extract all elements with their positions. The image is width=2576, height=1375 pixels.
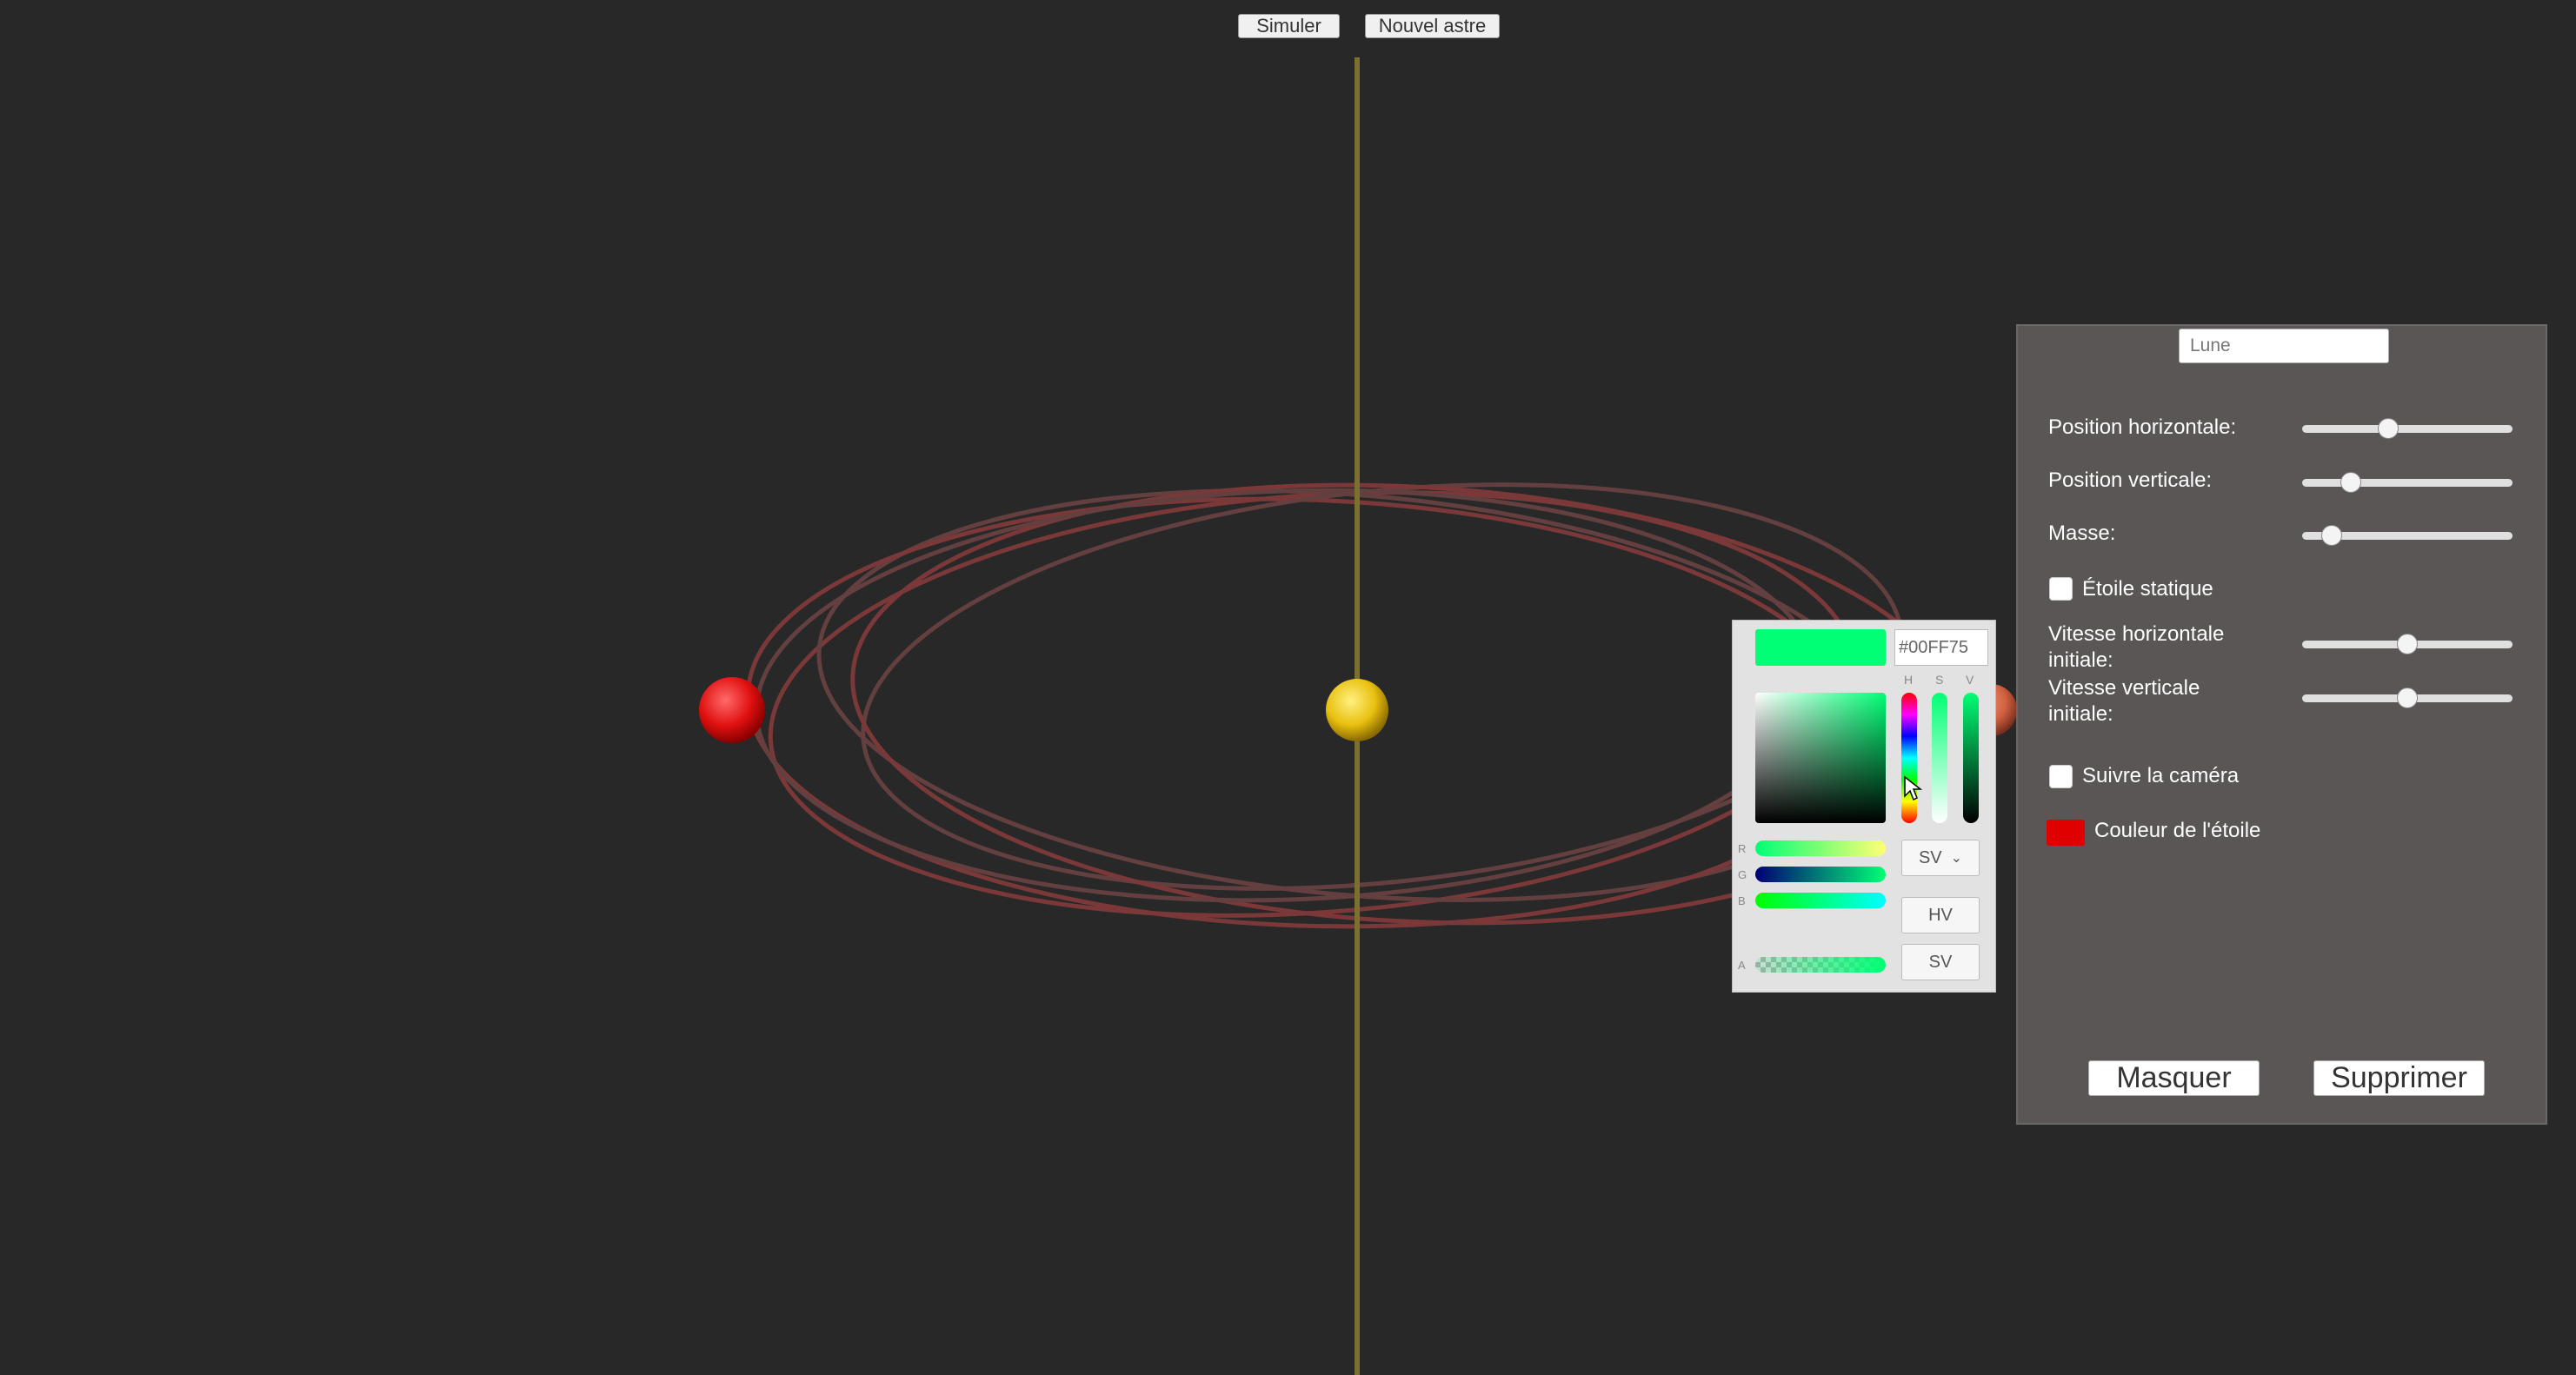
position-horizontal-label: Position horizontale:	[2048, 415, 2237, 439]
body-properties-panel: Position horizontale: Position verticale…	[2016, 324, 2547, 1125]
blue-channel-slider[interactable]	[1755, 893, 1886, 908]
alpha-letter: A	[1738, 959, 1746, 972]
picker-mode-value: SV	[1918, 847, 1942, 867]
static-star-checkbox[interactable]	[2049, 577, 2073, 601]
alpha-slider[interactable]	[1755, 957, 1886, 973]
orbit-trail	[754, 488, 1820, 903]
saturation-slider[interactable]	[1932, 693, 1947, 823]
initial-h-speed-slider[interactable]	[2302, 634, 2513, 654]
hide-button[interactable]: Masquer	[2088, 1060, 2260, 1096]
central-star[interactable]	[1326, 679, 1388, 741]
red-channel-slider[interactable]	[1755, 840, 1886, 856]
position-vertical-slider[interactable]	[2302, 472, 2513, 493]
blue-letter: B	[1738, 894, 1746, 907]
initial-v-speed-slider[interactable]	[2302, 688, 2513, 708]
mouse-cursor-icon	[1904, 775, 1922, 801]
slider-track	[2302, 425, 2513, 433]
body-name-input[interactable]	[2179, 329, 2389, 363]
orbit-trail	[745, 496, 1863, 929]
follow-camera-checkbox[interactable]	[2049, 765, 2073, 788]
position-horizontal-slider[interactable]	[2302, 418, 2513, 439]
hex-color-input[interactable]	[1894, 629, 1988, 666]
star-color-swatch[interactable]	[2047, 820, 2085, 846]
slider-thumb[interactable]	[2397, 634, 2418, 654]
value-slider[interactable]	[1963, 693, 1979, 823]
hv-mode-button[interactable]: HV	[1901, 897, 1980, 933]
slider-thumb[interactable]	[2397, 688, 2418, 708]
picker-mode-select[interactable]: SV ⌄	[1901, 840, 1980, 876]
left-planet[interactable]	[699, 677, 765, 743]
initial-h-speed-label: Vitesse horizontale initiale:	[2048, 622, 2225, 672]
color-preview	[1755, 629, 1886, 666]
new-body-button[interactable]: Nouvel astre	[1365, 14, 1500, 38]
sv-mode-button[interactable]: SV	[1901, 944, 1980, 980]
static-star-label: Étoile statique	[2082, 577, 2213, 601]
color-picker-popup: H S V R G B SV ⌄ HV SV A	[1732, 620, 1996, 993]
green-letter: G	[1738, 868, 1747, 881]
value-letter: V	[1966, 673, 1974, 687]
slider-thumb[interactable]	[2340, 472, 2361, 493]
delete-button[interactable]: Supprimer	[2313, 1060, 2485, 1096]
mass-label: Masse:	[2048, 521, 2116, 545]
position-vertical-label: Position verticale:	[2048, 468, 2213, 492]
simulate-button[interactable]: Simuler	[1238, 14, 1340, 38]
mass-slider[interactable]	[2302, 525, 2513, 546]
star-color-label: Couleur de l'étoile	[2094, 819, 2261, 842]
slider-track	[2302, 479, 2513, 487]
initial-v-speed-label: Vitesse verticale initiale:	[2048, 676, 2200, 726]
chevron-down-icon: ⌄	[1950, 851, 1963, 866]
slider-thumb[interactable]	[2320, 525, 2342, 546]
hue-slider[interactable]	[1901, 693, 1917, 823]
saturation-letter: S	[1935, 673, 1944, 687]
red-letter: R	[1738, 842, 1747, 855]
follow-camera-label: Suivre la caméra	[2082, 764, 2240, 787]
green-channel-slider[interactable]	[1755, 867, 1886, 882]
slider-thumb[interactable]	[2378, 418, 2400, 439]
hue-letter: H	[1904, 673, 1914, 687]
saturation-value-area[interactable]	[1755, 693, 1886, 823]
